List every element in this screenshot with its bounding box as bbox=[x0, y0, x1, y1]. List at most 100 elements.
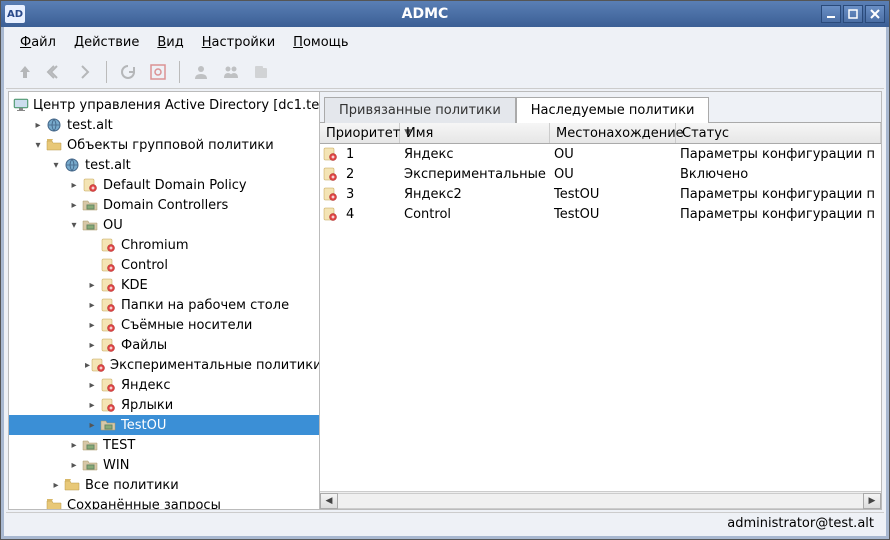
expand-closed-icon[interactable]: ▸ bbox=[85, 280, 99, 291]
scroll-right-button[interactable]: ▶ bbox=[863, 493, 881, 509]
app-logo-icon: AD bbox=[5, 5, 25, 23]
close-button[interactable] bbox=[865, 5, 885, 23]
tree-item[interactable]: Сохранённые запросы bbox=[9, 495, 319, 509]
expand-closed-icon[interactable]: ▸ bbox=[67, 440, 81, 451]
cell-status: Параметры конфигурации п bbox=[674, 147, 881, 162]
minimize-button[interactable] bbox=[821, 5, 841, 23]
tree-item[interactable]: ▾ OU bbox=[9, 215, 319, 235]
detail-pane: Привязанные политики Наследуемые политик… bbox=[320, 92, 881, 509]
tree-item[interactable]: ▸TestOU bbox=[9, 415, 319, 435]
tree-item[interactable]: ▾Объекты групповой политики bbox=[9, 135, 319, 155]
ou-icon bbox=[81, 457, 99, 473]
scroll-left-button[interactable]: ◀ bbox=[320, 493, 338, 509]
policy-icon bbox=[99, 377, 117, 393]
table-row[interactable]: 3Яндекс2TestOUПараметры конфигурации п bbox=[320, 184, 881, 204]
expand-closed-icon[interactable]: ▸ bbox=[85, 400, 99, 411]
grid-body[interactable]: 1ЯндексOUПараметры конфигурации п2Экспер… bbox=[320, 144, 881, 491]
window-title: ADMC bbox=[31, 6, 819, 22]
tree-item[interactable]: ▸ Default Domain Policy bbox=[9, 175, 319, 195]
tree-item[interactable]: ▸ Ярлыки bbox=[9, 395, 319, 415]
users-button[interactable] bbox=[218, 59, 244, 85]
tree-item[interactable]: ▸Все политики bbox=[9, 475, 319, 495]
menu-settings[interactable]: Настройки bbox=[194, 32, 283, 53]
cell-name: Экспериментальные ... bbox=[398, 167, 548, 182]
cell-location: TestOU bbox=[548, 207, 674, 222]
expand-closed-icon[interactable]: ▸ bbox=[67, 460, 81, 471]
horizontal-scrollbar[interactable]: ◀ ▶ bbox=[320, 491, 881, 509]
expand-closed-icon[interactable]: ▸ bbox=[49, 480, 63, 491]
tree-item[interactable]: ▸KDE bbox=[9, 275, 319, 295]
tree-item[interactable]: ▾test.alt bbox=[9, 155, 319, 175]
tree-item[interactable]: ▸Файлы bbox=[9, 335, 319, 355]
maximize-button[interactable] bbox=[843, 5, 863, 23]
cell-status: Параметры конфигурации п bbox=[674, 187, 881, 202]
col-status[interactable]: Статус bbox=[676, 123, 881, 143]
tree-item-label: Ярлыки bbox=[120, 398, 173, 413]
policy-icon bbox=[99, 317, 117, 333]
col-location[interactable]: Местонахождение bbox=[550, 123, 676, 143]
policy-icon bbox=[320, 186, 340, 202]
menu-action[interactable]: Действие bbox=[66, 32, 147, 53]
tree-item-label: Default Domain Policy bbox=[102, 178, 247, 193]
tree-item-label: WIN bbox=[102, 458, 129, 473]
scroll-track[interactable] bbox=[338, 493, 863, 509]
target-button[interactable] bbox=[145, 59, 171, 85]
toolbar-separator bbox=[179, 61, 180, 83]
tree-item[interactable]: ▸ WIN bbox=[9, 455, 319, 475]
nav-up-button[interactable] bbox=[12, 59, 38, 85]
col-priority[interactable]: Приоритет▼ bbox=[320, 123, 400, 143]
cell-name: Яндекс2 bbox=[398, 187, 548, 202]
policy-icon bbox=[320, 166, 340, 182]
table-row[interactable]: 1ЯндексOUПараметры конфигурации п bbox=[320, 144, 881, 164]
expand-closed-icon[interactable]: ▸ bbox=[85, 320, 99, 331]
cell-priority: 2 bbox=[340, 167, 398, 182]
content-area: Центр управления Active Directory [dc1.t… bbox=[8, 91, 882, 510]
tree-item[interactable]: Chromium bbox=[9, 235, 319, 255]
nav-forward-button[interactable] bbox=[72, 59, 98, 85]
window-content-frame: Файл Действие Вид Настройки Помощь Центр… bbox=[1, 27, 889, 539]
tree-item[interactable]: Control bbox=[9, 255, 319, 275]
tree-pane[interactable]: Центр управления Active Directory [dc1.t… bbox=[9, 92, 320, 509]
policy-icon bbox=[99, 237, 117, 253]
tree-item[interactable]: ▸Съёмные носители bbox=[9, 315, 319, 335]
expand-closed-icon[interactable]: ▸ bbox=[85, 380, 99, 391]
tree-item[interactable]: ▸TEST bbox=[9, 435, 319, 455]
user-button[interactable] bbox=[188, 59, 214, 85]
expand-closed-icon[interactable]: ▸ bbox=[85, 420, 99, 431]
expand-closed-icon[interactable]: ▸ bbox=[31, 120, 45, 131]
expand-open-icon[interactable]: ▾ bbox=[67, 220, 81, 231]
tree-item-label: test.alt bbox=[66, 118, 113, 133]
tree-item[interactable]: ▸Domain Controllers bbox=[9, 195, 319, 215]
folder-icon bbox=[45, 137, 63, 153]
tab-bound-policies[interactable]: Привязанные политики bbox=[324, 97, 516, 123]
tree-item[interactable]: ▸Яндекс bbox=[9, 375, 319, 395]
cell-priority: 3 bbox=[340, 187, 398, 202]
grid-header: Приоритет▼ Имя Местонахождение Статус bbox=[320, 122, 881, 144]
policy-icon bbox=[81, 177, 99, 193]
expand-closed-icon[interactable]: ▸ bbox=[85, 300, 99, 311]
nav-back-button[interactable] bbox=[42, 59, 68, 85]
expand-open-icon[interactable]: ▾ bbox=[49, 160, 63, 171]
expand-closed-icon[interactable]: ▸ bbox=[67, 200, 81, 211]
tree-item[interactable]: ▸Папки на рабочем столе bbox=[9, 295, 319, 315]
object-button[interactable] bbox=[248, 59, 274, 85]
tab-inherited-policies[interactable]: Наследуемые политики bbox=[516, 97, 710, 123]
table-row[interactable]: 4ControlTestOUПараметры конфигурации п bbox=[320, 204, 881, 224]
tree-item-label: OU bbox=[102, 218, 123, 233]
col-name[interactable]: Имя bbox=[400, 123, 550, 143]
menu-view[interactable]: Вид bbox=[149, 32, 191, 53]
tree-item[interactable]: ▸Экспериментальные политики bbox=[9, 355, 319, 375]
folder-icon bbox=[63, 477, 81, 493]
tree-item[interactable]: Центр управления Active Directory [dc1.t… bbox=[9, 95, 319, 115]
policy-icon bbox=[99, 277, 117, 293]
expand-open-icon[interactable]: ▾ bbox=[31, 140, 45, 151]
menu-file[interactable]: Файл bbox=[12, 32, 64, 53]
table-row[interactable]: 2Экспериментальные ...OUВключено bbox=[320, 164, 881, 184]
expand-closed-icon[interactable]: ▸ bbox=[85, 340, 99, 351]
menu-help[interactable]: Помощь bbox=[285, 32, 356, 53]
tree-item[interactable]: ▸ test.alt bbox=[9, 115, 319, 135]
refresh-button[interactable] bbox=[115, 59, 141, 85]
folder-icon bbox=[45, 497, 63, 509]
expand-closed-icon[interactable]: ▸ bbox=[67, 180, 81, 191]
policy-icon bbox=[99, 257, 117, 273]
